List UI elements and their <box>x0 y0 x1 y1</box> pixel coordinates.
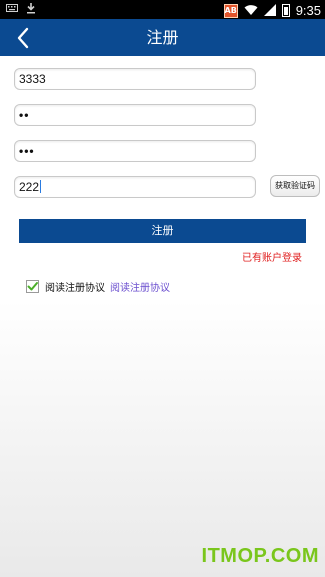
confirm-password-field[interactable]: ••• <box>14 140 256 162</box>
ab-badge: AB <box>223 3 238 18</box>
verification-code-field[interactable]: 222 <box>14 176 256 198</box>
agreement-link[interactable]: 阅读注册协议 <box>110 279 170 294</box>
title-bar: 注册 <box>0 19 325 56</box>
agree-label: 阅读注册协议 <box>45 283 105 294</box>
status-left-icons <box>6 2 36 18</box>
phone-value: 3333 <box>19 72 46 86</box>
login-link[interactable]: 已有账户登录 <box>242 249 302 264</box>
status-bar: AB 9:35 <box>0 0 325 19</box>
battery-icon <box>281 4 290 17</box>
code-value-wrap: 222 <box>19 177 42 198</box>
confirm-password-value: ••• <box>19 144 35 158</box>
password-value: •• <box>19 108 30 122</box>
page-title: 注册 <box>146 28 179 47</box>
signal-icon <box>263 1 276 20</box>
checkmark-icon <box>27 282 38 291</box>
download-icon <box>26 2 36 18</box>
agreement-row: 阅读注册协议 阅读注册协议 <box>26 279 170 294</box>
status-time: 9:35 <box>295 3 321 18</box>
agree-checkbox[interactable] <box>26 280 39 293</box>
code-value: 222 <box>19 180 40 194</box>
keyboard-icon <box>6 3 18 17</box>
password-field[interactable]: •• <box>14 104 256 126</box>
watermark: ITMOP.COM <box>201 545 319 567</box>
register-button[interactable]: 注册 <box>19 219 306 243</box>
status-right: AB 9:35 <box>223 1 321 20</box>
wifi-icon <box>244 1 258 20</box>
text-caret <box>40 180 42 193</box>
get-code-button[interactable]: 获取验证码 <box>270 175 320 197</box>
phone-field[interactable]: 3333 <box>14 68 256 90</box>
